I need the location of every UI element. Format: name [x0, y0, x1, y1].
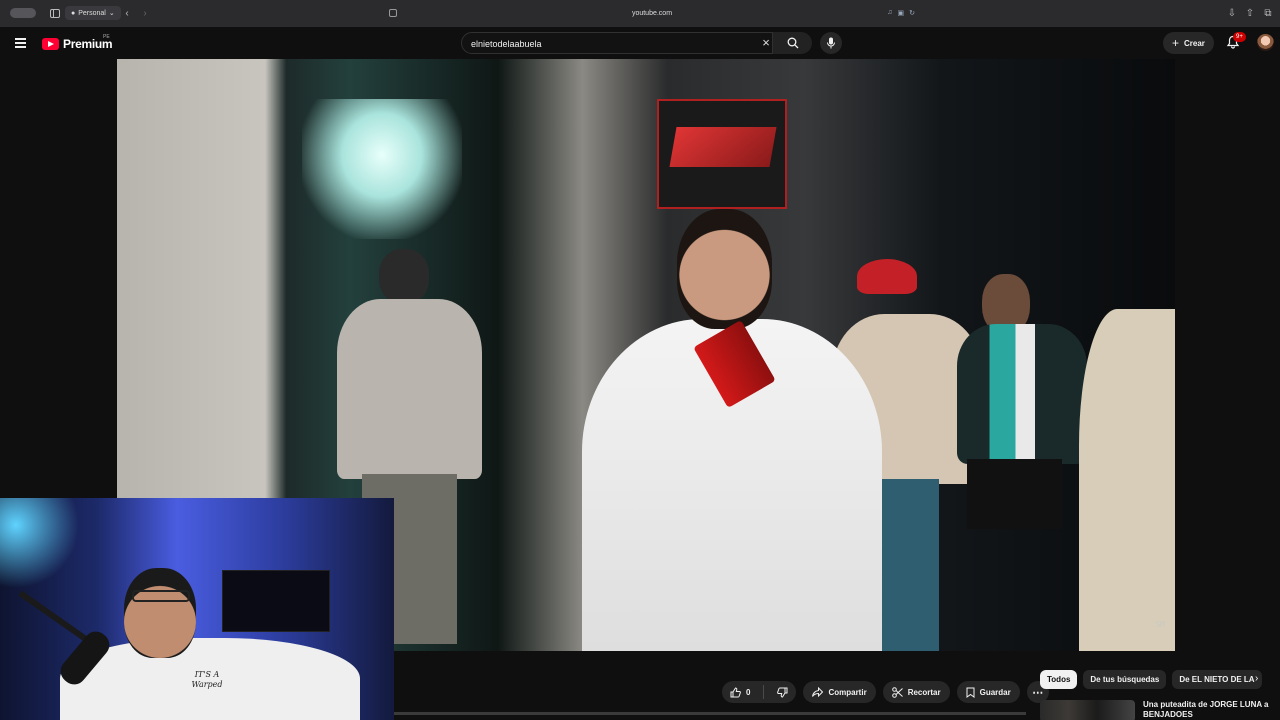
thumbs-up-icon	[730, 686, 741, 697]
address-bar-actions: ♫ ▣ ↻	[887, 9, 915, 17]
search-box: ×	[461, 32, 811, 54]
recommended-video-item[interactable]: Una puteadita de JORGE LUNA a BENJADOES	[1040, 698, 1280, 720]
reload-icon[interactable]: ↻	[909, 9, 915, 17]
webcam-background-tv	[222, 570, 330, 632]
create-button[interactable]: + Crear	[1163, 32, 1214, 54]
video-frame-person-jacket	[957, 274, 1087, 594]
video-frame-main-person	[582, 209, 882, 651]
video-watermark: SM	[1155, 620, 1165, 629]
like-divider	[763, 685, 765, 699]
search-icon	[787, 37, 798, 49]
back-icon[interactable]: ‹	[121, 7, 133, 19]
address-bar[interactable]: youtube.com ♫ ▣ ↻	[389, 6, 915, 20]
share-arrow-icon	[812, 687, 824, 697]
search-input[interactable]	[471, 37, 751, 51]
download-icon[interactable]: ⇩	[1226, 7, 1238, 19]
forward-icon[interactable]: ›	[139, 7, 151, 19]
site-settings-icon[interactable]	[389, 9, 397, 17]
webcam-light-glow	[0, 498, 80, 588]
share-label: Compartir	[828, 687, 867, 697]
share-icon[interactable]: ⇧	[1244, 7, 1256, 19]
like-dislike-group: 0	[722, 681, 797, 703]
account-avatar[interactable]	[1257, 34, 1274, 51]
webcam-person-head	[124, 568, 196, 658]
clip-button[interactable]: Recortar	[882, 681, 950, 703]
video-frame-store-sign	[657, 99, 787, 209]
youtube-play-icon	[42, 38, 59, 50]
menu-icon[interactable]	[15, 38, 26, 48]
video-progress-bar[interactable]	[394, 712, 1026, 715]
microphone-icon	[827, 37, 835, 49]
save-label: Guardar	[979, 687, 1011, 697]
chip-from-channel[interactable]: De EL NIETO DE LA	[1172, 670, 1262, 689]
profile-selector[interactable]: ● Personal ⌄	[65, 6, 121, 20]
scissors-icon	[891, 686, 903, 698]
tabs-overview-icon[interactable]: ⧉	[1262, 7, 1274, 19]
sidebar-toggle-icon[interactable]	[49, 7, 61, 19]
plus-icon: +	[1172, 36, 1180, 50]
clear-search-icon[interactable]: ×	[759, 36, 773, 50]
recommendation-filter-chips: Todos De tus búsquedas De EL NIETO DE LA	[1040, 670, 1280, 690]
webcam-glasses	[132, 590, 190, 602]
clip-label: Recortar	[907, 687, 941, 697]
dislike-button[interactable]	[769, 681, 796, 703]
search-button[interactable]	[772, 32, 812, 54]
webcam-shirt-print: IT'S A Warped	[191, 670, 223, 689]
url-text: youtube.com	[631, 9, 673, 17]
chevron-down-icon: ⌄	[108, 10, 115, 17]
chevron-right-icon[interactable]: ›	[1255, 673, 1258, 684]
thumbs-down-icon	[777, 687, 788, 698]
recommended-video-thumbnail[interactable]	[1040, 700, 1135, 720]
video-frame-store-light	[302, 99, 462, 239]
reader-icon[interactable]: ▣	[898, 9, 905, 17]
share-button[interactable]: Compartir	[803, 681, 876, 703]
create-label: Crear	[1184, 38, 1205, 48]
window-controls[interactable]	[10, 8, 36, 18]
like-count: 0	[746, 687, 751, 697]
youtube-header: Premium PE × + Crear 9+	[0, 27, 1280, 59]
video-actions: 0 Compartir Recortar Guardar ⋯	[722, 681, 1049, 703]
save-button[interactable]: Guardar	[956, 681, 1020, 703]
browser-toolbar: ● Personal ⌄ ‹ › youtube.com ♫ ▣ ↻ ⇩ ⇧ ⧉	[0, 0, 1280, 27]
profile-label: Personal	[78, 9, 106, 17]
bookmark-icon	[966, 687, 975, 698]
chip-from-your-searches[interactable]: De tus búsquedas	[1083, 670, 1167, 689]
video-frame-person-edge	[1079, 309, 1175, 651]
country-code: PE	[103, 34, 110, 40]
recommended-video-title[interactable]: Una puteadita de JORGE LUNA a BENJADOES	[1143, 700, 1278, 720]
voice-search-button[interactable]	[820, 32, 842, 54]
notification-count-badge: 9+	[1233, 32, 1246, 42]
person-icon: ●	[71, 9, 76, 17]
like-button[interactable]: 0	[722, 681, 758, 703]
audio-playing-icon[interactable]: ♫	[887, 9, 892, 17]
webcam-overlay: IT'S A Warped	[0, 498, 394, 720]
youtube-premium-logo[interactable]: Premium	[42, 37, 113, 51]
chip-todos[interactable]: Todos	[1040, 670, 1078, 689]
